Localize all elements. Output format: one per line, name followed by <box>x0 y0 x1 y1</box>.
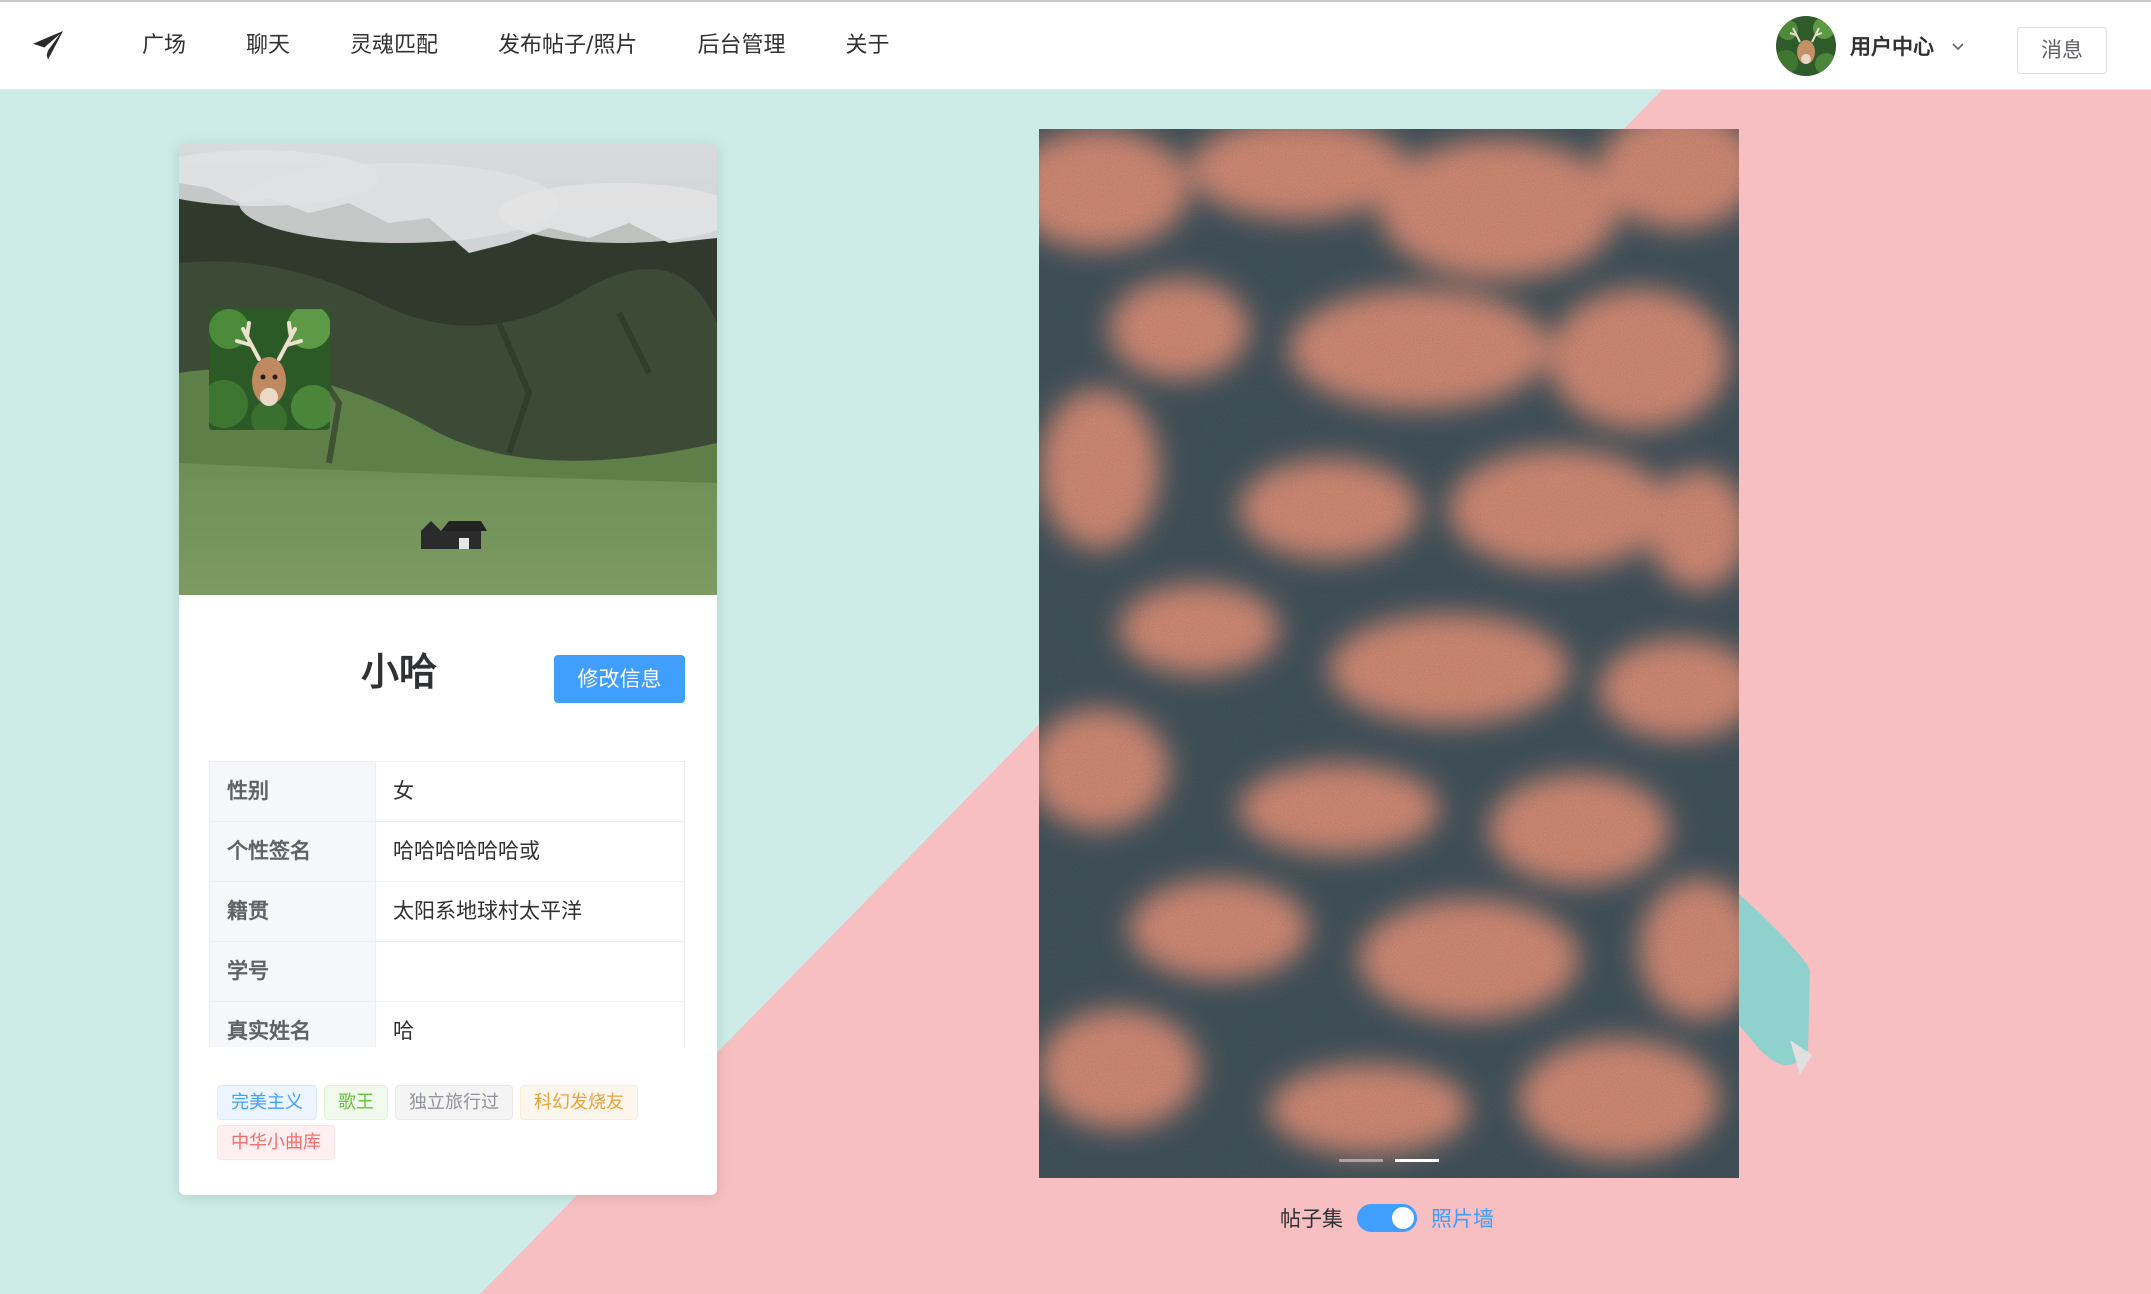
nav-admin[interactable]: 后台管理 <box>667 2 815 90</box>
info-value-gender: 女 <box>393 779 414 803</box>
info-label-hometown: 籍贯 <box>210 882 376 941</box>
photo-carousel[interactable] <box>1039 129 1739 1178</box>
carousel-indicator-1[interactable] <box>1339 1159 1383 1162</box>
user-center-label: 用户中心 <box>1850 35 1934 59</box>
edit-info-button[interactable]: 修改信息 <box>554 655 685 703</box>
tag-scifi-fan: 科幻发烧友 <box>520 1085 638 1120</box>
tag-solo-traveler: 独立旅行过 <box>395 1085 513 1120</box>
info-label-signature: 个性签名 <box>210 822 376 881</box>
info-value-real-name: 哈 <box>393 1019 414 1043</box>
switch-label-photo-wall[interactable]: 照片墙 <box>1431 1203 1494 1233</box>
carousel-indicators <box>1039 1159 1739 1162</box>
interest-tags: 完美主义 歌王 独立旅行过 科幻发烧友 中华小曲库 <box>217 1085 687 1160</box>
info-label-gender: 性别 <box>210 762 376 821</box>
table-row: 真实姓名 哈 <box>210 1002 684 1047</box>
avatar[interactable] <box>1776 16 1836 76</box>
info-label-student-id: 学号 <box>210 942 376 1001</box>
main-nav: 广场 聊天 灵魂匹配 发布帖子/照片 后台管理 关于 <box>112 2 920 90</box>
profile-info-table: 性别 女 个性签名 哈哈哈哈哈哈或 籍贯 太阳系地球村太平洋 学号 真实姓名 哈 <box>209 761 685 1047</box>
info-value-signature: 哈哈哈哈哈哈或 <box>393 839 540 863</box>
table-row: 学号 <box>210 942 684 1002</box>
profile-card: 小哈 修改信息 性别 女 个性签名 哈哈哈哈哈哈或 籍贯 太阳系地球村太平洋 学… <box>179 143 717 1195</box>
nav-chat[interactable]: 聊天 <box>216 2 320 90</box>
tag-song-library: 中华小曲库 <box>217 1125 335 1160</box>
table-row: 性别 女 <box>210 762 684 822</box>
tag-perfectionism: 完美主义 <box>217 1085 317 1120</box>
user-center-dropdown[interactable]: 用户中心 <box>1776 15 1966 77</box>
view-switch-row: 帖子集 照片墙 <box>1280 1201 1494 1235</box>
nav-about[interactable]: 关于 <box>815 2 919 90</box>
top-navbar: 广场 聊天 灵魂匹配 发布帖子/照片 后台管理 关于 用户中心 消息 <box>0 0 2151 90</box>
nav-plaza[interactable]: 广场 <box>112 2 216 90</box>
table-row: 个性签名 哈哈哈哈哈哈或 <box>210 822 684 882</box>
tag-singer: 歌王 <box>324 1085 388 1120</box>
table-row: 籍贯 太阳系地球村太平洋 <box>210 882 684 942</box>
profile-name: 小哈 <box>361 650 438 694</box>
info-label-real-name: 真实姓名 <box>210 1002 376 1047</box>
switch-label-posts[interactable]: 帖子集 <box>1280 1203 1343 1233</box>
nav-soul-match[interactable]: 灵魂匹配 <box>320 2 468 90</box>
info-value-hometown: 太阳系地球村太平洋 <box>393 899 582 923</box>
nav-publish[interactable]: 发布帖子/照片 <box>468 2 667 90</box>
switch-knob <box>1392 1207 1414 1229</box>
carousel-slide-image <box>1039 129 1739 1178</box>
carousel-indicator-2[interactable] <box>1395 1159 1439 1162</box>
profile-avatar <box>209 309 330 430</box>
message-button[interactable]: 消息 <box>2017 27 2107 74</box>
view-toggle-switch[interactable] <box>1357 1204 1417 1232</box>
chevron-down-icon <box>1952 43 1964 51</box>
info-value-student-id <box>376 942 684 1001</box>
paper-plane-icon[interactable] <box>30 28 66 64</box>
